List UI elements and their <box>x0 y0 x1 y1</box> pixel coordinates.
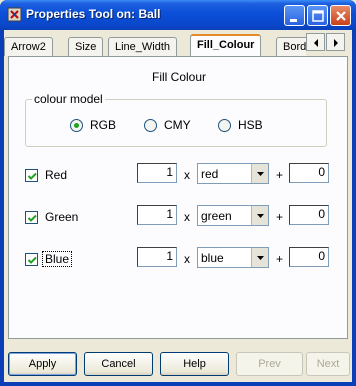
tab-border[interactable]: Bord <box>276 37 306 56</box>
blue-factor-input[interactable]: 1 <box>137 247 177 267</box>
chevron-down-icon <box>257 172 264 176</box>
blue-select-value: blue <box>201 251 224 265</box>
dropdown-button[interactable] <box>251 164 268 183</box>
multiply-symbol: x <box>184 210 190 224</box>
tab-fill-colour[interactable]: Fill_Colour <box>190 34 262 56</box>
channel-row-blue: Blue 1 x blue + 0 <box>9 247 349 271</box>
tab-line-width[interactable]: Line_Width <box>108 37 178 56</box>
blue-source-select[interactable]: blue <box>197 247 269 268</box>
red-source-select[interactable]: red <box>197 163 269 184</box>
checkmark-icon <box>27 172 37 180</box>
colour-model-legend: colour model <box>32 92 105 106</box>
blue-offset-input[interactable]: 0 <box>289 247 329 267</box>
green-source-select[interactable]: green <box>197 205 269 226</box>
radio-rgb-label: RGB <box>90 118 117 132</box>
blue-checkbox[interactable] <box>25 253 38 266</box>
next-button[interactable]: Next <box>306 352 350 376</box>
multiply-symbol: x <box>184 168 190 182</box>
channel-row-green: Green 1 x green + 0 <box>9 205 349 229</box>
dropdown-button[interactable] <box>251 248 268 267</box>
checkmark-icon <box>27 214 37 222</box>
red-label: Red <box>45 168 68 182</box>
radio-cmy-label: CMY <box>164 118 191 132</box>
tab-arrow2[interactable]: Arrow2 <box>4 37 53 56</box>
app-icon <box>7 7 22 22</box>
blue-label: Blue <box>41 251 73 267</box>
title-bar[interactable]: Properties Tool on: Ball <box>0 0 356 30</box>
checkmark-icon <box>27 256 37 264</box>
green-checkbox[interactable] <box>25 211 38 224</box>
window-title: Properties Tool on: Ball <box>26 7 161 21</box>
fill-colour-panel: Fill Colour colour model RGB CMY HSB Red… <box>8 56 348 339</box>
chevron-down-icon <box>257 214 264 218</box>
maximize-icon <box>312 10 324 22</box>
maximize-button[interactable] <box>307 5 328 26</box>
colour-model-group: colour model RGB CMY HSB <box>25 92 327 147</box>
chevron-down-icon <box>257 256 264 260</box>
radio-checked-icon[interactable] <box>70 119 83 132</box>
channel-row-red: Red 1 x red + 0 <box>9 163 349 187</box>
multiply-symbol: x <box>184 252 190 266</box>
dropdown-button[interactable] <box>251 206 268 225</box>
close-button[interactable] <box>330 5 351 26</box>
red-checkbox[interactable] <box>25 169 38 182</box>
radio-unchecked-icon[interactable] <box>218 119 231 132</box>
green-label: Green <box>45 210 79 224</box>
close-icon <box>336 11 346 21</box>
plus-symbol: + <box>276 168 284 182</box>
cancel-button[interactable]: Cancel <box>84 352 153 376</box>
arrow-right-icon <box>334 39 338 47</box>
green-select-value: green <box>201 209 232 223</box>
green-offset-input[interactable]: 0 <box>289 205 329 225</box>
minimize-button[interactable] <box>284 5 305 26</box>
radio-hsb-label: HSB <box>238 118 263 132</box>
green-factor-input[interactable]: 1 <box>137 205 177 225</box>
tab-size[interactable]: Size <box>68 37 104 56</box>
apply-button[interactable]: Apply <box>8 352 77 376</box>
red-select-value: red <box>201 167 219 181</box>
tab-scroll-right-button[interactable] <box>326 33 345 51</box>
minimize-icon <box>290 19 297 22</box>
tab-scroll-left-button[interactable] <box>306 33 325 51</box>
help-button[interactable]: Help <box>160 352 229 376</box>
panel-title: Fill Colour <box>151 70 206 84</box>
red-factor-input[interactable]: 1 <box>137 163 177 183</box>
tab-scroll-arrows <box>306 33 346 51</box>
arrow-left-icon <box>314 39 318 47</box>
radio-unchecked-icon[interactable] <box>144 119 157 132</box>
plus-symbol: + <box>276 210 284 224</box>
properties-window: Properties Tool on: Ball Arrow2 Size Lin… <box>0 0 356 386</box>
plus-symbol: + <box>276 252 284 266</box>
tab-strip: Arrow2 Size Line_Width Fill_Colour Bord <box>4 34 306 56</box>
red-offset-input[interactable]: 0 <box>289 163 329 183</box>
prev-button[interactable]: Prev <box>236 352 303 376</box>
